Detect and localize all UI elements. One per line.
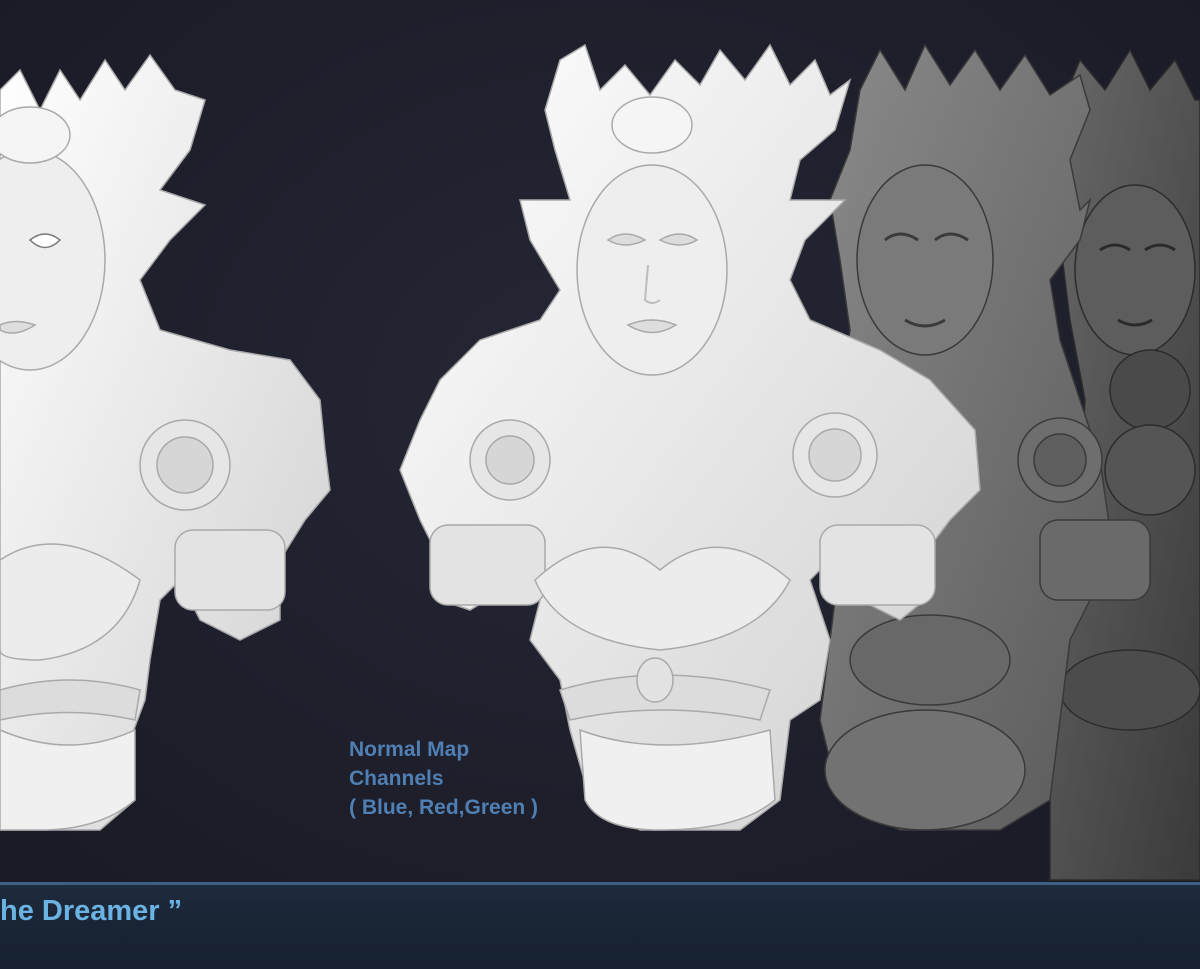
title-banner: he Dreamer ” (0, 882, 1200, 969)
bust-full-render (0, 53, 331, 831)
banner-title: he Dreamer ” (0, 895, 183, 927)
render-viewport: Normal Map Channels ( Blue, Red,Green ) (0, 0, 1200, 882)
normal-map-caption: Normal Map Channels ( Blue, Red,Green ) (349, 735, 538, 822)
caption-line-2: Channels (349, 767, 444, 790)
caption-line-3: ( Blue, Red,Green ) (349, 796, 539, 819)
caption-line-1: Normal Map (349, 738, 470, 761)
sculpt-renders (0, 43, 1200, 881)
